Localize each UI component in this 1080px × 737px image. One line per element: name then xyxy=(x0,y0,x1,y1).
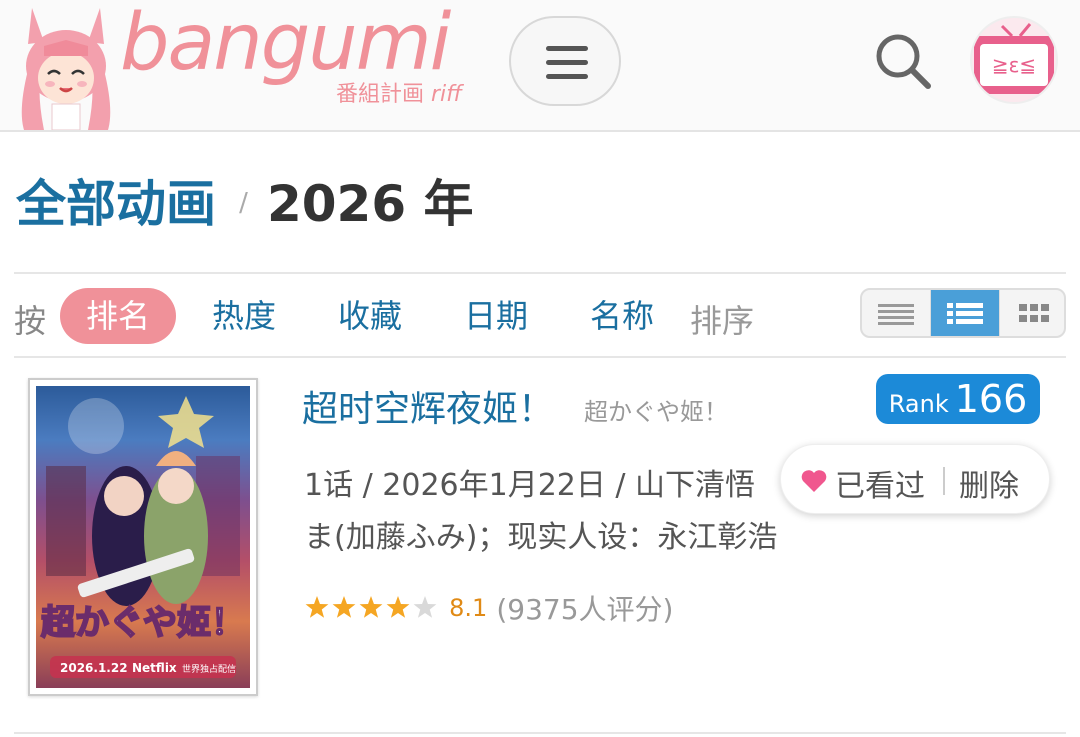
breadcrumb-separator: / xyxy=(239,187,248,218)
site-logo-text[interactable]: bangumi xyxy=(120,4,451,82)
logo-sub-riff: riff xyxy=(431,82,463,107)
avatar-face: ≧ε≦ xyxy=(992,53,1036,77)
sort-by-rank[interactable]: 排名 xyxy=(60,288,176,344)
divider xyxy=(14,272,1066,274)
view-list-detail-button[interactable] xyxy=(930,290,999,336)
list-compact-icon xyxy=(878,304,914,325)
divider xyxy=(943,467,945,495)
logo-sub-cn: 番組計画 xyxy=(336,82,425,107)
sort-by-date[interactable]: 日期 xyxy=(442,288,550,344)
breadcrumb-parent-link[interactable]: 全部动画 xyxy=(16,175,216,233)
heart-icon xyxy=(801,470,827,492)
rank-badge: Rank 166 xyxy=(876,374,1040,424)
divider xyxy=(14,356,1066,358)
delete-collection-button[interactable]: 删除 xyxy=(959,461,1019,505)
sort-by-name[interactable]: 名称 xyxy=(568,288,676,344)
avatar-tv-icon: ≧ε≦ xyxy=(972,18,1056,102)
rating-score: 8.1 xyxy=(449,594,488,622)
user-avatar[interactable]: ≧ε≦ xyxy=(970,16,1058,104)
cover-illustration: 超かぐや姬！ 2026.1.22 Netflix 世界独占配信 xyxy=(40,396,246,678)
divider xyxy=(14,732,1066,734)
rating: 8.1 (9375人评分) xyxy=(304,588,673,628)
star-icon xyxy=(332,596,356,618)
view-list-compact-button[interactable] xyxy=(862,290,930,336)
star-icon xyxy=(386,596,410,618)
hamburger-icon-bar xyxy=(546,60,588,65)
rank-value: 166 xyxy=(954,377,1028,421)
site-logo-subtitle: 番組計画 riff xyxy=(336,76,462,108)
collection-status-popup: 已看过 删除 xyxy=(780,444,1050,514)
view-mode-switch xyxy=(860,288,1066,338)
cover-platform: Netflix xyxy=(132,661,177,675)
sort-suffix-label: 排序 xyxy=(690,302,755,340)
watched-status-button[interactable]: 已看过 xyxy=(835,461,925,505)
star-icon xyxy=(359,596,383,618)
sort-by-collection[interactable]: 收藏 xyxy=(316,288,424,344)
anime-original-title: 超かぐや姬！ xyxy=(584,398,728,426)
sort-by-popularity[interactable]: 热度 xyxy=(190,288,298,344)
anime-title-link[interactable]: 超时空辉夜姬！ xyxy=(302,380,554,432)
cover-note: 世界独占配信 xyxy=(182,663,236,675)
anime-info-line-1: 1话 / 2026年1月22日 / 山下清悟 xyxy=(304,468,756,503)
anime-info-line-2: ま(加藤ふみ)；现实人设：永江彰浩 xyxy=(304,520,778,555)
rating-votes: (9375人评分) xyxy=(496,593,674,626)
sort-bar: 按 排名 热度 收藏 日期 名称 排序 xyxy=(14,284,1066,348)
breadcrumb: 全部动画 / 2026 年 xyxy=(16,164,474,236)
cover-title-text: 超かぐや姬！ xyxy=(41,603,245,643)
cover-image: 超かぐや姬！ 2026.1.22 Netflix 世界独占配信 xyxy=(36,386,250,688)
star-rating xyxy=(305,596,437,618)
sort-prefix-label: 按 xyxy=(14,302,47,340)
cover-release-date: 2026.1.22 xyxy=(60,661,128,675)
site-header: bangumi 番組計画 riff ≧ε≦ xyxy=(0,0,1080,132)
rank-label: Rank xyxy=(888,390,949,418)
star-icon xyxy=(305,596,329,618)
grid-icon xyxy=(1019,304,1049,322)
star-icon xyxy=(413,596,437,618)
hamburger-icon-bar xyxy=(546,74,588,79)
menu-button[interactable] xyxy=(509,16,621,106)
list-detail-icon xyxy=(947,303,983,324)
hamburger-icon xyxy=(546,46,588,51)
anime-cover[interactable]: 超かぐや姬！ 2026.1.22 Netflix 世界独占配信 xyxy=(28,378,258,696)
view-grid-button[interactable] xyxy=(999,290,1064,336)
search-icon[interactable] xyxy=(870,28,936,94)
page-title: 2026 年 xyxy=(266,175,474,233)
mascot-logo[interactable] xyxy=(14,0,118,130)
